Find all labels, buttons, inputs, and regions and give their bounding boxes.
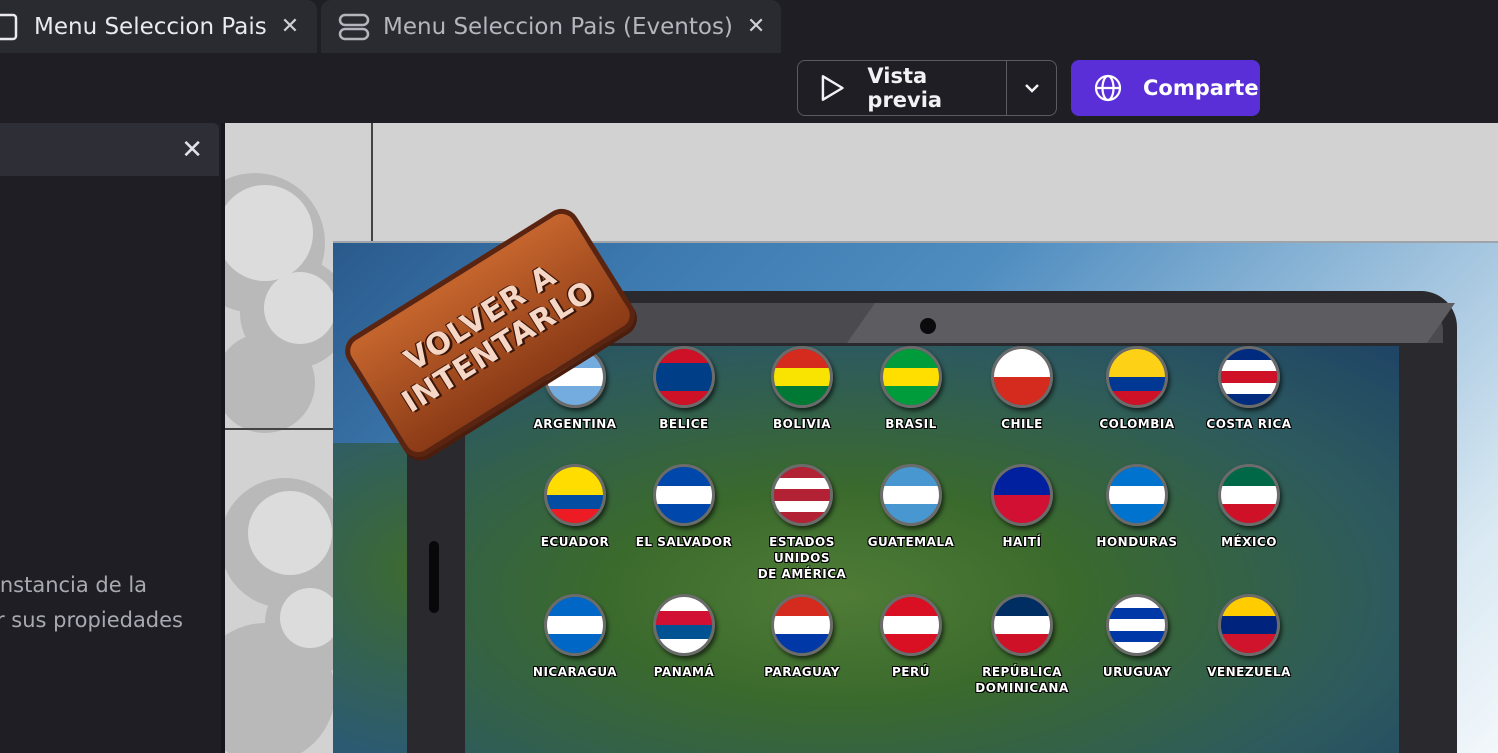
flag-icon [653, 594, 715, 656]
globe-icon [1094, 74, 1122, 102]
preview-dropdown-button[interactable] [1007, 61, 1056, 115]
flag-icon [1106, 594, 1168, 656]
flag-icon [544, 464, 606, 526]
tab-bar: Menu Seleccion Pais ✕ Menu Seleccion Pai… [0, 0, 1498, 53]
help-text-line: instancia de la [0, 573, 148, 597]
chevron-down-icon [1024, 84, 1039, 93]
country-button[interactable]: BOLIVIA [747, 346, 857, 432]
flag-icon [991, 594, 1053, 656]
country-button[interactable]: VENEZUELA [1194, 594, 1304, 680]
laptop-screen: ARGENTINA BELICE BOLIVIA BRASIL CHILE COLOMBI… [465, 346, 1399, 753]
country-button[interactable]: GUATEMALA [856, 464, 966, 550]
country-name: ECUADOR [540, 535, 610, 549]
flag-icon [991, 346, 1053, 408]
flag-icon [1106, 464, 1168, 526]
tab-label: Menu Seleccion Pais (Eventos) [383, 13, 733, 40]
country-button[interactable]: HAITÍ [967, 464, 1077, 550]
country-name: HONDURAS [1096, 535, 1178, 549]
country-button[interactable]: CHILE [967, 346, 1077, 432]
editor-canvas[interactable]: ARGENTINA BELICE BOLIVIA BRASIL CHILE COLOMBI… [225, 123, 1498, 753]
country-name: PERÚ [892, 665, 930, 679]
country-name: PARAGUAY [764, 665, 840, 679]
preview-group: Vista previa [797, 60, 1057, 116]
country-button[interactable]: ECUADOR [520, 464, 630, 550]
country-button[interactable]: NICARAGUA [520, 594, 630, 680]
country-name: NICARAGUA [532, 665, 618, 679]
flag-icon [544, 594, 606, 656]
share-label: Comparte [1143, 76, 1259, 100]
country-name: ARGENTINA [533, 417, 617, 431]
country-name: HAITÍ [1002, 535, 1042, 549]
country-button[interactable]: COSTA RICA [1194, 346, 1304, 432]
country-name: COLOMBIA [1099, 417, 1175, 431]
country-button[interactable]: PANAMÁ [629, 594, 739, 680]
country-name: MÉXICO [1221, 535, 1277, 549]
country-name: CHILE [1001, 417, 1043, 431]
country-button[interactable]: COLOMBIA [1082, 346, 1192, 432]
share-button[interactable]: Comparte [1071, 60, 1260, 116]
close-icon[interactable]: ✕ [281, 14, 299, 39]
country-name: URUGUAY [1102, 665, 1172, 679]
film-icon [0, 13, 18, 40]
flag-icon [880, 464, 942, 526]
country-name: BOLIVIA [773, 417, 831, 431]
flag-icon [771, 346, 833, 408]
country-name: ESTADOS UNIDOS DE AMÉRICA [757, 535, 847, 581]
flag-icon [1218, 346, 1280, 408]
flag-icon [653, 464, 715, 526]
country-button[interactable]: URUGUAY [1082, 594, 1192, 680]
tab-menu-seleccion-pais-eventos[interactable]: Menu Seleccion Pais (Eventos) ✕ [321, 0, 781, 53]
flag-icon [1218, 594, 1280, 656]
country-name: VENEZUELA [1207, 665, 1291, 679]
country-button[interactable]: HONDURAS [1082, 464, 1192, 550]
panel-help-text: instancia de la r sus propiedades [0, 568, 221, 638]
panel-header: ✕ [0, 123, 219, 176]
preview-button[interactable]: Vista previa [798, 61, 1006, 115]
country-name: COSTA RICA [1206, 417, 1292, 431]
country-button[interactable]: BRASIL [856, 346, 966, 432]
country-name: GUATEMALA [867, 535, 955, 549]
flag-icon [880, 594, 942, 656]
country-button[interactable]: PARAGUAY [747, 594, 857, 680]
country-button[interactable]: PERÚ [856, 594, 966, 680]
country-name: PANAMÁ [653, 665, 715, 679]
country-button[interactable]: EL SALVADOR [629, 464, 739, 550]
help-text-line: r sus propiedades [0, 608, 184, 632]
tab-menu-seleccion-pais[interactable]: Menu Seleccion Pais ✕ [0, 0, 317, 53]
country-button[interactable]: BELICE [629, 346, 739, 432]
side-button [429, 541, 439, 613]
play-icon [821, 75, 844, 101]
tab-label: Menu Seleccion Pais [34, 13, 267, 40]
bezel-highlight [846, 303, 1456, 343]
country-name: EL SALVADOR [635, 535, 733, 549]
country-button[interactable]: MÉXICO [1194, 464, 1304, 550]
country-name: BELICE [659, 417, 709, 431]
close-icon[interactable]: ✕ [747, 14, 765, 39]
country-name: BRASIL [885, 417, 937, 431]
toolbar: Vista previa Comparte [0, 53, 1498, 123]
preview-label: Vista previa [867, 64, 943, 112]
close-icon[interactable]: ✕ [181, 135, 203, 165]
country-button[interactable]: ESTADOS UNIDOS DE AMÉRICA [747, 464, 857, 582]
flag-icon [653, 346, 715, 408]
camera-icon [920, 318, 936, 334]
flag-icon [771, 594, 833, 656]
country-name: REPÚBLICA DOMINICANA [975, 665, 1069, 695]
properties-panel: ✕ instancia de la r sus propiedades [0, 123, 221, 753]
database-icon [338, 13, 370, 40]
country-button[interactable]: REPÚBLICA DOMINICANA [967, 594, 1077, 696]
flag-icon [991, 464, 1053, 526]
flag-icon [1218, 464, 1280, 526]
flag-icon [1106, 346, 1168, 408]
flag-icon [880, 346, 942, 408]
flag-icon [771, 464, 833, 526]
